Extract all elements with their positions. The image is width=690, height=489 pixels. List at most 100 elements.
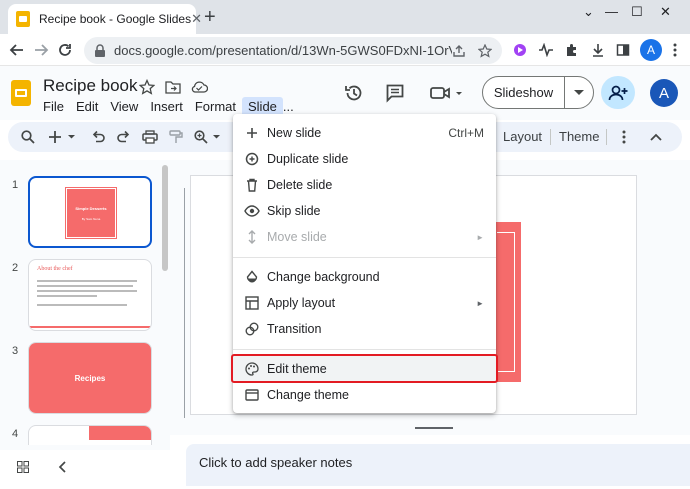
thumbnail-title-card: Simple Desserts By Sam Nena: [65, 187, 117, 239]
thumbnail-accent-bar: [29, 326, 151, 328]
maximize-button[interactable]: ☐: [631, 4, 643, 20]
theme-button[interactable]: Theme: [559, 129, 599, 144]
app-header: Recipe book File Edit View Insert Format…: [0, 66, 690, 120]
slideshow-label[interactable]: Slideshow: [483, 77, 565, 108]
menu-item-change-theme[interactable]: Change theme: [233, 382, 496, 408]
paint-format-icon[interactable]: [166, 127, 186, 147]
meet-video-icon[interactable]: [428, 82, 466, 104]
slides-logo-icon[interactable]: [11, 80, 31, 106]
chrome-menu-icon[interactable]: [666, 41, 684, 59]
change-theme-icon: [244, 387, 260, 403]
browser-profile-avatar[interactable]: A: [640, 39, 662, 61]
print-icon[interactable]: [140, 127, 160, 147]
share-button[interactable]: [601, 76, 635, 109]
slide-number: 2: [12, 262, 19, 274]
toolbar-divider: [550, 129, 551, 145]
version-history-icon[interactable]: [343, 82, 365, 104]
side-panel-icon[interactable]: [614, 41, 632, 59]
collapse-filmstrip-chevron-icon[interactable]: [55, 460, 69, 474]
thumbnail-text-line: [37, 285, 133, 287]
menu-file[interactable]: File: [37, 97, 70, 117]
menu-item-label: Change theme: [267, 388, 350, 402]
slide-thumbnail-3[interactable]: Recipes: [28, 342, 152, 414]
tab-search-icon[interactable]: ⌄: [583, 4, 594, 20]
address-bar[interactable]: docs.google.com/presentation/d/13Wn-5GWS…: [84, 37, 502, 64]
menu-item-label: Skip slide: [267, 204, 321, 218]
slide-card-border: [497, 232, 515, 372]
extension-purple-icon[interactable]: [511, 41, 529, 59]
move-icon: [244, 229, 260, 245]
close-window-button[interactable]: ✕: [660, 4, 671, 20]
duplicate-slide-icon: [244, 151, 260, 167]
browser-tab[interactable]: Recipe book - Google Slides ✕: [8, 4, 202, 34]
back-arrow-icon[interactable]: [8, 41, 26, 59]
menu-item-delete-slide[interactable]: Delete slide: [233, 172, 496, 198]
new-slide-plus-icon[interactable]: [46, 127, 80, 147]
filmstrip-scrollbar[interactable]: [162, 165, 168, 271]
toolbar-divider: [606, 129, 607, 145]
more-options-icon[interactable]: [614, 127, 634, 147]
speaker-notes[interactable]: Click to add speaker notes: [186, 444, 690, 486]
forward-arrow-icon[interactable]: [32, 41, 50, 59]
bookmark-star-icon[interactable]: [478, 43, 492, 58]
paint-drop-icon: [244, 269, 260, 285]
new-tab-button[interactable]: +: [204, 7, 216, 27]
menu-item-label: Duplicate slide: [267, 152, 349, 166]
menu-item-duplicate-slide[interactable]: Duplicate slide: [233, 146, 496, 172]
menu-item-change-background[interactable]: Change background: [233, 264, 496, 290]
reload-icon[interactable]: [56, 41, 74, 59]
slide-thumbnail-2[interactable]: About the chef: [28, 259, 152, 331]
star-icon[interactable]: [138, 78, 156, 96]
menu-view[interactable]: View: [104, 97, 144, 117]
redo-icon[interactable]: [114, 127, 134, 147]
menu-item-transition[interactable]: Transition: [233, 316, 496, 342]
thumbnail-background: Recipes: [29, 343, 151, 413]
slideshow-dropdown-icon[interactable]: [565, 89, 593, 96]
submenu-arrow-icon: ►: [476, 232, 484, 242]
menu-item-label: Change background: [267, 270, 380, 284]
slide-thumbnail-4[interactable]: [28, 425, 152, 445]
grid-view-icon[interactable]: [16, 460, 30, 474]
menu-item-new-slide[interactable]: New slide Ctrl+M: [233, 120, 496, 146]
menu-item-edit-theme[interactable]: Edit theme: [233, 356, 496, 382]
download-icon[interactable]: [589, 41, 607, 59]
notes-resize-handle[interactable]: [415, 427, 453, 429]
menu-edit[interactable]: Edit: [70, 97, 104, 117]
menu-separator: [233, 349, 496, 350]
trash-icon: [244, 177, 260, 193]
minimize-button[interactable]: —: [605, 4, 618, 19]
thumbnail-title: Recipes: [74, 373, 106, 383]
add-person-icon: [608, 85, 628, 100]
menu-item-move-slide[interactable]: Move slide ►: [233, 224, 496, 250]
slideshow-button[interactable]: Slideshow: [482, 76, 594, 109]
menu-item-label: Transition: [267, 322, 322, 336]
share-page-icon[interactable]: [452, 44, 466, 58]
tab-close-icon[interactable]: ✕: [191, 11, 202, 27]
slide-thumbnail-1[interactable]: Simple Desserts By Sam Nena: [28, 176, 152, 248]
extensions-puzzle-icon[interactable]: [563, 41, 581, 59]
menu-item-apply-layout[interactable]: Apply layout ►: [233, 290, 496, 316]
undo-icon[interactable]: [88, 127, 108, 147]
thumbnail-accent-block: [89, 426, 151, 440]
layout-button[interactable]: Layout: [503, 129, 542, 144]
menu-insert[interactable]: Insert: [144, 97, 189, 117]
move-folder-icon[interactable]: [164, 78, 182, 96]
extension-icon[interactable]: [537, 41, 555, 59]
document-title[interactable]: Recipe book: [43, 76, 138, 96]
slide-number: 3: [12, 345, 19, 357]
menu-separator: [233, 257, 496, 258]
layout-icon: [244, 295, 260, 311]
comments-icon[interactable]: [384, 82, 406, 104]
thumbnail-subtitle: By Sam Nena: [81, 216, 101, 221]
vertical-ruler: [184, 188, 185, 418]
cloud-status-icon[interactable]: [190, 78, 208, 96]
collapse-toolbar-chevron-icon[interactable]: [646, 127, 666, 147]
menu-item-label: New slide: [267, 126, 322, 140]
account-avatar[interactable]: A: [650, 79, 678, 107]
search-menus-icon[interactable]: [18, 127, 38, 147]
zoom-icon[interactable]: [192, 127, 226, 147]
thumbnail-text-line: [37, 295, 97, 297]
menu-item-label: Apply layout: [267, 296, 336, 310]
menu-item-skip-slide[interactable]: Skip slide: [233, 198, 496, 224]
url-text: docs.google.com/presentation/d/13Wn-5GWS…: [114, 43, 452, 58]
